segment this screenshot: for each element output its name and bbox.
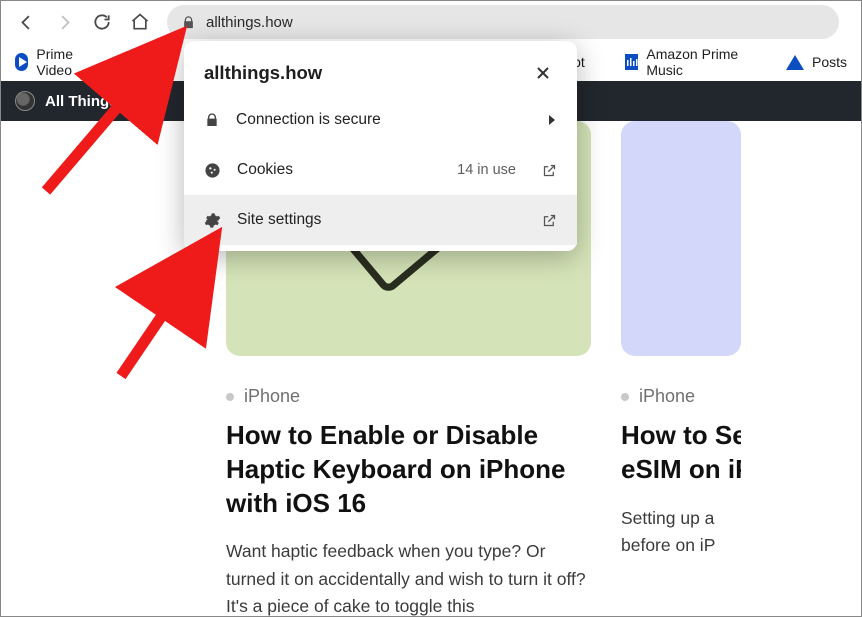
popup-host: allthings.how	[204, 62, 322, 84]
bookmark-posts[interactable]: Posts	[786, 54, 847, 70]
bullet-icon	[226, 393, 234, 401]
bookmark-label: Prime Video	[36, 46, 93, 78]
article-category[interactable]: iPhone	[226, 386, 591, 407]
music-icon	[625, 54, 639, 70]
bookmark-label: Amazon Prime Music	[646, 46, 746, 78]
article-excerpt: Setting up a	[621, 505, 741, 532]
forward-button[interactable]	[47, 5, 81, 39]
connection-secure-row[interactable]: Connection is secure	[184, 95, 577, 145]
article-excerpt: Want haptic feedback when you type? Or t…	[226, 538, 591, 617]
url-text: allthings.how	[206, 14, 293, 31]
back-button[interactable]	[9, 5, 43, 39]
category-label: iPhone	[244, 386, 300, 407]
lock-icon	[204, 112, 220, 128]
site-logo-icon	[15, 91, 35, 111]
play-circle-icon	[15, 53, 28, 71]
bullet-icon	[621, 393, 629, 401]
lock-icon[interactable]	[181, 15, 196, 30]
triangle-icon	[786, 55, 804, 70]
bookmark-prime-music[interactable]: Amazon Prime Music	[625, 46, 746, 78]
open-external-icon	[542, 213, 557, 228]
row-label: Site settings	[237, 211, 526, 229]
bookmark-label: Posts	[812, 54, 847, 70]
article-title[interactable]: How to Enable or Disable Haptic Keyboard…	[226, 419, 591, 520]
home-button[interactable]	[123, 5, 157, 39]
chevron-right-icon	[547, 114, 557, 126]
cookies-row[interactable]: Cookies 14 in use	[184, 145, 577, 195]
bookmark-prime-video[interactable]: Prime Video	[15, 46, 93, 78]
article-category[interactable]: iPhone	[621, 386, 741, 407]
cookie-icon	[204, 162, 221, 179]
address-bar[interactable]: allthings.how	[167, 5, 839, 39]
open-external-icon	[542, 163, 557, 178]
row-label: Connection is secure	[236, 111, 531, 129]
article-title[interactable]: How to Se	[621, 419, 741, 453]
cookies-count: 14 in use	[457, 162, 516, 178]
article-excerpt-line2: before on iP	[621, 532, 741, 559]
reload-button[interactable]	[85, 5, 119, 39]
article-thumbnail	[621, 121, 741, 356]
article-card[interactable]: iPhone How to Se eSIM on iP Setting up a…	[621, 121, 741, 617]
article-title-line2[interactable]: eSIM on iP	[621, 453, 741, 487]
category-label: iPhone	[639, 386, 695, 407]
site-title: All Things How	[45, 93, 153, 110]
gear-icon	[204, 212, 221, 229]
close-button[interactable]	[529, 59, 557, 87]
site-settings-row[interactable]: Site settings	[184, 195, 577, 245]
site-info-popup: allthings.how Connection is secure Cooki…	[184, 41, 577, 251]
row-label: Cookies	[237, 161, 441, 179]
